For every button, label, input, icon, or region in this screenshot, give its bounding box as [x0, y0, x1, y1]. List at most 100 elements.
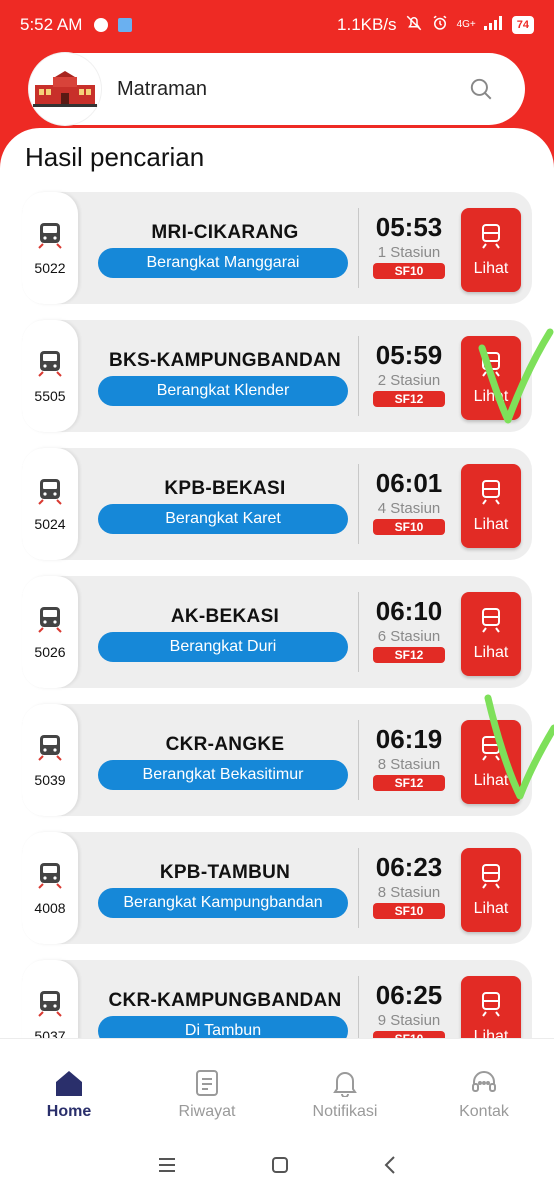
- station-count: 1 Stasiun: [377, 244, 441, 261]
- train-card[interactable]: 5505 BKS-KAMPUNGBANDAN Berangkat Klender…: [22, 320, 532, 432]
- status-right: 1.1KB/s 4G+ 74: [337, 14, 534, 37]
- train-icon: [37, 477, 63, 510]
- card-divider: [358, 720, 359, 800]
- nav-notifikasi[interactable]: Notifikasi: [285, 1067, 405, 1121]
- bell-icon: [285, 1067, 405, 1099]
- departure-info: 06:10 6 Stasiun SF12: [362, 596, 456, 664]
- train-number-box: 5505: [22, 320, 78, 432]
- train-status-pill: Berangkat Duri: [98, 632, 348, 662]
- search-input[interactable]: Matraman: [117, 78, 461, 101]
- train-number: 5505: [34, 387, 66, 404]
- lihat-button[interactable]: Lihat: [461, 976, 521, 1038]
- nav-home[interactable]: Home: [9, 1067, 129, 1121]
- platform-badge: SF10: [373, 519, 445, 535]
- card-divider: [358, 208, 359, 288]
- departure-time: 05:53: [375, 212, 443, 242]
- network-speed: 1.1KB/s: [337, 15, 397, 34]
- nav-riwayat[interactable]: Riwayat: [147, 1067, 267, 1121]
- lihat-label: Lihat: [473, 259, 509, 277]
- platform-badge: SF12: [373, 391, 445, 407]
- train-icon: [479, 607, 503, 638]
- train-route: KPB-TAMBUN: [159, 862, 291, 883]
- lihat-label: Lihat: [473, 771, 509, 789]
- departure-time: 06:19: [375, 724, 443, 754]
- train-status-pill: Berangkat Bekasitimur: [98, 760, 348, 790]
- train-route: MRI-CIKARANG: [151, 222, 299, 243]
- card-divider: [358, 976, 359, 1038]
- station-count: 8 Stasiun: [377, 884, 441, 901]
- departure-info: 06:25 9 Stasiun SF10: [362, 980, 456, 1038]
- train-icon: [37, 605, 63, 638]
- lihat-button[interactable]: Lihat: [461, 720, 521, 804]
- home-icon: [9, 1067, 129, 1099]
- station-search-bar[interactable]: Matraman: [29, 53, 525, 125]
- train-route: CKR-ANGKE: [165, 734, 285, 755]
- station-count: 6 Stasiun: [377, 628, 441, 645]
- lihat-label: Lihat: [473, 387, 509, 405]
- train-icon: [37, 861, 63, 894]
- back-icon[interactable]: [383, 1155, 397, 1180]
- lihat-button[interactable]: Lihat: [461, 336, 521, 420]
- train-status-pill: Berangkat Karet: [98, 504, 348, 534]
- headset-icon: [424, 1067, 544, 1099]
- train-number-box: 5022: [22, 192, 78, 304]
- train-number-box: 4008: [22, 832, 78, 944]
- departure-info: 06:01 4 Stasiun SF10: [362, 468, 456, 536]
- train-icon: [37, 733, 63, 766]
- lihat-button[interactable]: Lihat: [461, 464, 521, 548]
- nav-kontak[interactable]: Kontak: [424, 1067, 544, 1121]
- menu-icon[interactable]: [157, 1157, 177, 1178]
- platform-badge: SF12: [373, 647, 445, 663]
- train-icon: [37, 989, 63, 1022]
- lihat-button[interactable]: Lihat: [461, 208, 521, 292]
- train-card[interactable]: 5026 AK-BEKASI Berangkat Duri 06:10 6 St…: [22, 576, 532, 688]
- train-number: 5039: [34, 771, 66, 788]
- alarm-icon: [431, 14, 449, 37]
- station-count: 9 Stasiun: [377, 1012, 441, 1029]
- lihat-button[interactable]: Lihat: [461, 592, 521, 676]
- train-card[interactable]: 5037 CKR-KAMPUNGBANDAN Di Tambun 06:25 9…: [22, 960, 532, 1038]
- home-square-icon[interactable]: [270, 1155, 290, 1180]
- train-route: BKS-KAMPUNGBANDAN: [108, 350, 342, 371]
- train-card[interactable]: 4008 KPB-TAMBUN Berangkat Kampungbandan …: [22, 832, 532, 944]
- train-number-box: 5026: [22, 576, 78, 688]
- battery-icon: 74: [511, 16, 534, 34]
- card-divider: [358, 592, 359, 672]
- train-number: 5022: [34, 259, 66, 276]
- departure-time: 06:25: [375, 980, 443, 1010]
- departure-time: 05:59: [375, 340, 443, 370]
- train-icon: [479, 991, 503, 1022]
- mute-icon: [405, 14, 423, 37]
- train-status-pill: Berangkat Kampungbandan: [98, 888, 348, 918]
- train-card[interactable]: 5039 CKR-ANGKE Berangkat Bekasitimur 06:…: [22, 704, 532, 816]
- departure-info: 06:23 8 Stasiun SF10: [362, 852, 456, 920]
- station-count: 4 Stasiun: [377, 500, 441, 517]
- status-bar: 5:52 AM 1.1KB/s 4G+ 74: [0, 0, 554, 50]
- train-number-box: 5039: [22, 704, 78, 816]
- departure-time: 06:01: [375, 468, 443, 498]
- train-icon: [479, 223, 503, 254]
- nav-notifikasi-label: Notifikasi: [312, 1103, 378, 1120]
- station-count: 2 Stasiun: [377, 372, 441, 389]
- platform-badge: SF10: [373, 903, 445, 919]
- train-card[interactable]: 5024 KPB-BEKASI Berangkat Karet 06:01 4 …: [22, 448, 532, 560]
- results-sheet: Hasil pencarian 5022 MRI-CIKARANG Berang…: [0, 128, 554, 1038]
- system-navigation-bar: [0, 1134, 554, 1200]
- notification-icon: [94, 18, 109, 32]
- train-number-box: 5024: [22, 448, 78, 560]
- platform-badge: SF12: [373, 775, 445, 791]
- train-card[interactable]: 5022 MRI-CIKARANG Berangkat Manggarai 05…: [22, 192, 532, 304]
- lihat-label: Lihat: [473, 515, 509, 533]
- departure-info: 05:53 1 Stasiun SF10: [362, 212, 456, 280]
- lihat-button[interactable]: Lihat: [461, 848, 521, 932]
- nav-riwayat-label: Riwayat: [178, 1103, 236, 1120]
- train-status-pill: Di Tambun: [98, 1016, 348, 1038]
- train-route: KPB-BEKASI: [164, 478, 286, 499]
- search-icon[interactable]: [461, 76, 501, 102]
- lihat-label: Lihat: [473, 1027, 509, 1039]
- nav-kontak-label: Kontak: [459, 1103, 509, 1120]
- card-divider: [358, 336, 359, 416]
- departure-info: 05:59 2 Stasiun SF12: [362, 340, 456, 408]
- train-number: 5026: [34, 643, 66, 660]
- train-number: 4008: [34, 899, 66, 916]
